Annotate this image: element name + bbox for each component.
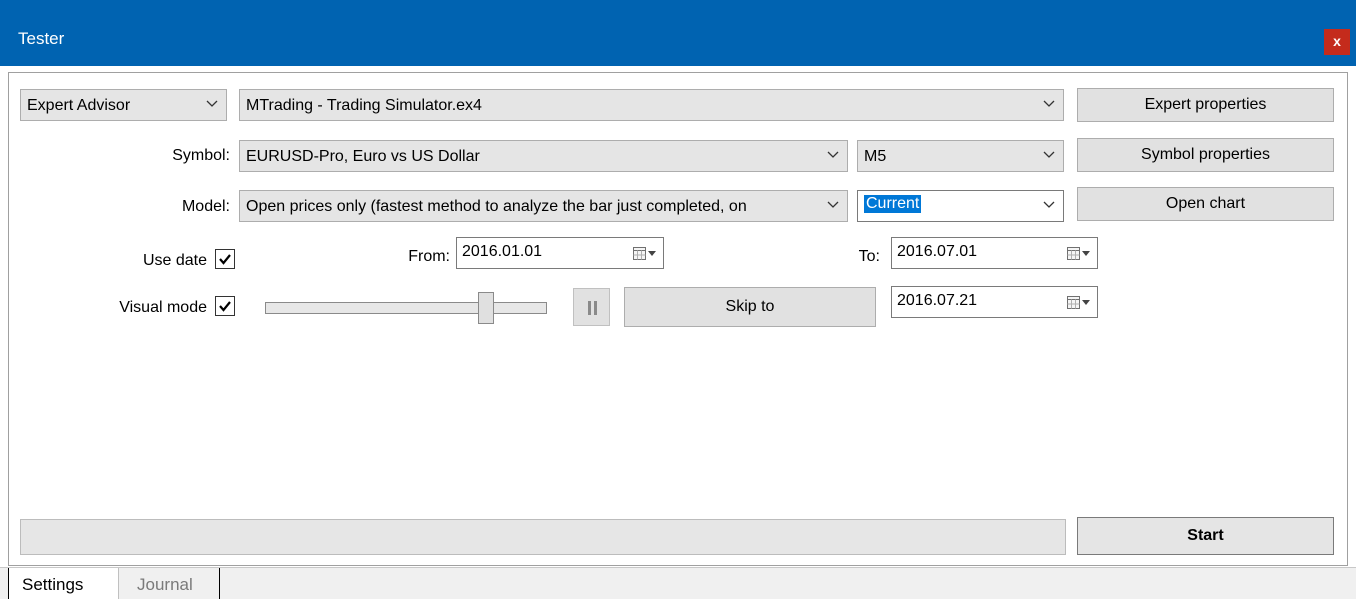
symbol-select[interactable]: EURUSD-Pro, Euro vs US Dollar xyxy=(239,140,848,172)
mode-select-value: Expert Advisor xyxy=(27,97,131,114)
calendar-dropdown-icon[interactable] xyxy=(633,247,657,261)
spread-select-value[interactable]: Current xyxy=(864,195,922,213)
speed-slider-track[interactable] xyxy=(265,302,547,314)
chevron-down-icon xyxy=(826,148,840,162)
model-select-value: Open prices only (fastest method to anal… xyxy=(246,198,747,215)
checkmark-icon xyxy=(219,301,231,312)
chevron-down-icon xyxy=(1042,198,1056,212)
chevron-down-icon xyxy=(1042,148,1056,162)
close-button[interactable]: x xyxy=(1324,29,1350,55)
period-select[interactable]: M5 xyxy=(857,140,1064,172)
chevron-down-icon xyxy=(1042,97,1056,111)
from-label: From: xyxy=(408,248,450,265)
checkmark-icon xyxy=(219,254,231,265)
skip-date-value: 2016.07.21 xyxy=(897,292,978,309)
symbol-label: Symbol: xyxy=(172,147,230,164)
expert-select[interactable]: MTrading - Trading Simulator.ex4 xyxy=(239,89,1064,121)
close-icon: x xyxy=(1333,33,1341,49)
to-date-value: 2016.07.01 xyxy=(897,243,978,260)
tab-journal[interactable]: Journal xyxy=(118,568,220,599)
chevron-down-icon xyxy=(205,97,219,111)
from-date-picker[interactable]: 2016.01.01 xyxy=(456,237,664,269)
calendar-dropdown-icon[interactable] xyxy=(1067,247,1091,261)
tab-settings[interactable]: Settings xyxy=(8,568,118,599)
title-bar: Tester x xyxy=(0,0,1356,66)
model-select[interactable]: Open prices only (fastest method to anal… xyxy=(239,190,848,222)
spread-select[interactable]: Current xyxy=(857,190,1064,222)
tab-strip: Settings Journal xyxy=(0,567,1356,599)
speed-slider-thumb[interactable] xyxy=(477,292,494,324)
symbol-properties-button[interactable]: Symbol properties xyxy=(1077,138,1334,172)
expert-select-value: MTrading - Trading Simulator.ex4 xyxy=(246,97,482,114)
to-label: To: xyxy=(858,248,880,265)
expert-properties-button[interactable]: Expert properties xyxy=(1077,88,1334,122)
chevron-down-icon xyxy=(826,198,840,212)
start-button[interactable]: Start xyxy=(1077,517,1334,555)
test-progress-bar xyxy=(20,519,1066,555)
visual-mode-checkbox[interactable] xyxy=(215,296,235,316)
period-select-value: M5 xyxy=(864,148,887,165)
from-date-value: 2016.01.01 xyxy=(462,243,543,260)
use-date-checkbox[interactable] xyxy=(215,249,235,269)
mode-select[interactable]: Expert Advisor xyxy=(20,89,227,121)
open-chart-button[interactable]: Open chart xyxy=(1077,187,1334,221)
calendar-dropdown-icon[interactable] xyxy=(1067,296,1091,310)
skip-to-button[interactable]: Skip to xyxy=(624,287,876,327)
visual-mode-label: Visual mode xyxy=(119,299,207,316)
window-title: Tester xyxy=(18,29,65,48)
symbol-select-value: EURUSD-Pro, Euro vs US Dollar xyxy=(246,148,480,165)
pause-button[interactable] xyxy=(573,288,610,326)
to-date-picker[interactable]: 2016.07.01 xyxy=(891,237,1098,269)
use-date-label: Use date xyxy=(142,252,207,269)
skip-date-picker[interactable]: 2016.07.21 xyxy=(891,286,1098,318)
model-label: Model: xyxy=(181,198,230,215)
